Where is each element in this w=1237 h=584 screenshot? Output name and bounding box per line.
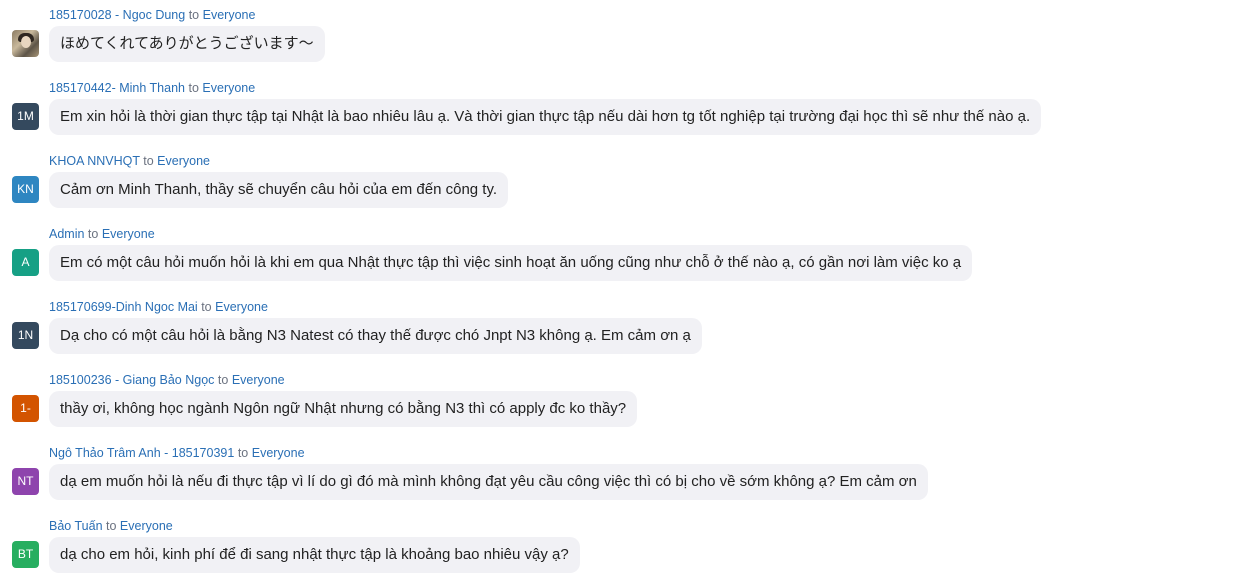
sender-name[interactable]: 185170028 - Ngoc Dung xyxy=(49,8,185,22)
chat-message: BT Bảo Tuấn to Everyone dạ cho em hỏi, k… xyxy=(0,511,1237,584)
sender-name[interactable]: 185170699-Dinh Ngoc Mai xyxy=(49,300,198,314)
message-bubble: Em xin hỏi là thời gian thực tập tại Nhậ… xyxy=(49,99,1042,135)
to-label: to xyxy=(87,227,99,241)
chat-message: 1M 185170442- Minh Thanh to Everyone Em … xyxy=(0,73,1237,146)
chat-message: NT Ngô Thảo Trâm Anh - 185170391 to Ever… xyxy=(0,438,1237,511)
recipient-name[interactable]: Everyone xyxy=(203,8,256,22)
sender-name[interactable]: Ngô Thảo Trâm Anh - 185170391 xyxy=(49,446,234,460)
avatar[interactable]: KN xyxy=(12,176,39,203)
recipient-name[interactable]: Everyone xyxy=(252,446,305,460)
message-meta: KHOA NNVHQT to Everyone xyxy=(49,153,210,169)
chat-message-list: 185170028 - Ngoc Dung to Everyone ほめてくれて… xyxy=(0,0,1237,581)
message-meta: Ngô Thảo Trâm Anh - 185170391 to Everyon… xyxy=(49,445,305,461)
chat-message: A Admin to Everyone Em có một câu hỏi mu… xyxy=(0,219,1237,292)
sender-name[interactable]: KHOA NNVHQT xyxy=(49,154,140,168)
sender-name[interactable]: 185100236 - Giang Bảo Ngọc xyxy=(49,373,214,387)
avatar[interactable] xyxy=(12,30,39,57)
chat-message: 1- 185100236 - Giang Bảo Ngọc to Everyon… xyxy=(0,365,1237,438)
message-bubble: ほめてくれてありがとうございます〜 xyxy=(49,26,325,62)
recipient-name[interactable]: Everyone xyxy=(120,519,173,533)
chat-message: 1N 185170699-Dinh Ngoc Mai to Everyone D… xyxy=(0,292,1237,365)
message-meta: Bảo Tuấn to Everyone xyxy=(49,518,173,534)
to-label: to xyxy=(237,446,249,460)
avatar[interactable]: 1M xyxy=(12,103,39,130)
avatar[interactable]: 1- xyxy=(12,395,39,422)
to-label: to xyxy=(188,81,199,95)
message-meta: 185170028 - Ngoc Dung to Everyone xyxy=(49,7,255,23)
avatar[interactable]: BT xyxy=(12,541,39,568)
sender-name[interactable]: Bảo Tuấn xyxy=(49,519,103,533)
message-meta: 185170699-Dinh Ngoc Mai to Everyone xyxy=(49,299,268,315)
message-bubble: Em có một câu hỏi muốn hỏi là khi em qua… xyxy=(49,245,973,281)
recipient-name[interactable]: Everyone xyxy=(202,81,255,95)
recipient-name[interactable]: Everyone xyxy=(215,300,268,314)
recipient-name[interactable]: Everyone xyxy=(232,373,285,387)
sender-name[interactable]: 185170442- Minh Thanh xyxy=(49,81,185,95)
message-meta: 185170442- Minh Thanh to Everyone xyxy=(49,80,255,96)
to-label: to xyxy=(143,154,154,168)
to-label: to xyxy=(201,300,212,314)
chat-message: 185170028 - Ngoc Dung to Everyone ほめてくれて… xyxy=(0,0,1237,73)
message-meta: Admin to Everyone xyxy=(49,226,155,242)
avatar-face xyxy=(21,36,31,48)
avatar[interactable]: A xyxy=(12,249,39,276)
recipient-name[interactable]: Everyone xyxy=(157,154,210,168)
message-bubble: dạ em muốn hỏi là nếu đi thực tập vì lí … xyxy=(49,464,928,500)
message-bubble: dạ cho em hỏi, kinh phí để đi sang nhật … xyxy=(49,537,580,573)
avatar[interactable]: 1N xyxy=(12,322,39,349)
recipient-name[interactable]: Everyone xyxy=(102,227,155,241)
to-label: to xyxy=(188,8,200,22)
chat-message: KN KHOA NNVHQT to Everyone Cảm ơn Minh T… xyxy=(0,146,1237,219)
message-bubble: thầy ơi, không học ngành Ngôn ngữ Nhật n… xyxy=(49,391,638,427)
message-meta: 185100236 - Giang Bảo Ngọc to Everyone xyxy=(49,372,285,388)
message-bubble: Dạ cho có một câu hỏi là bằng N3 Natest … xyxy=(49,318,702,354)
avatar[interactable]: NT xyxy=(12,468,39,495)
to-label: to xyxy=(217,373,229,387)
sender-name[interactable]: Admin xyxy=(49,227,84,241)
to-label: to xyxy=(106,519,117,533)
message-bubble: Cảm ơn Minh Thanh, thầy sẽ chuyển câu hỏ… xyxy=(49,172,509,208)
